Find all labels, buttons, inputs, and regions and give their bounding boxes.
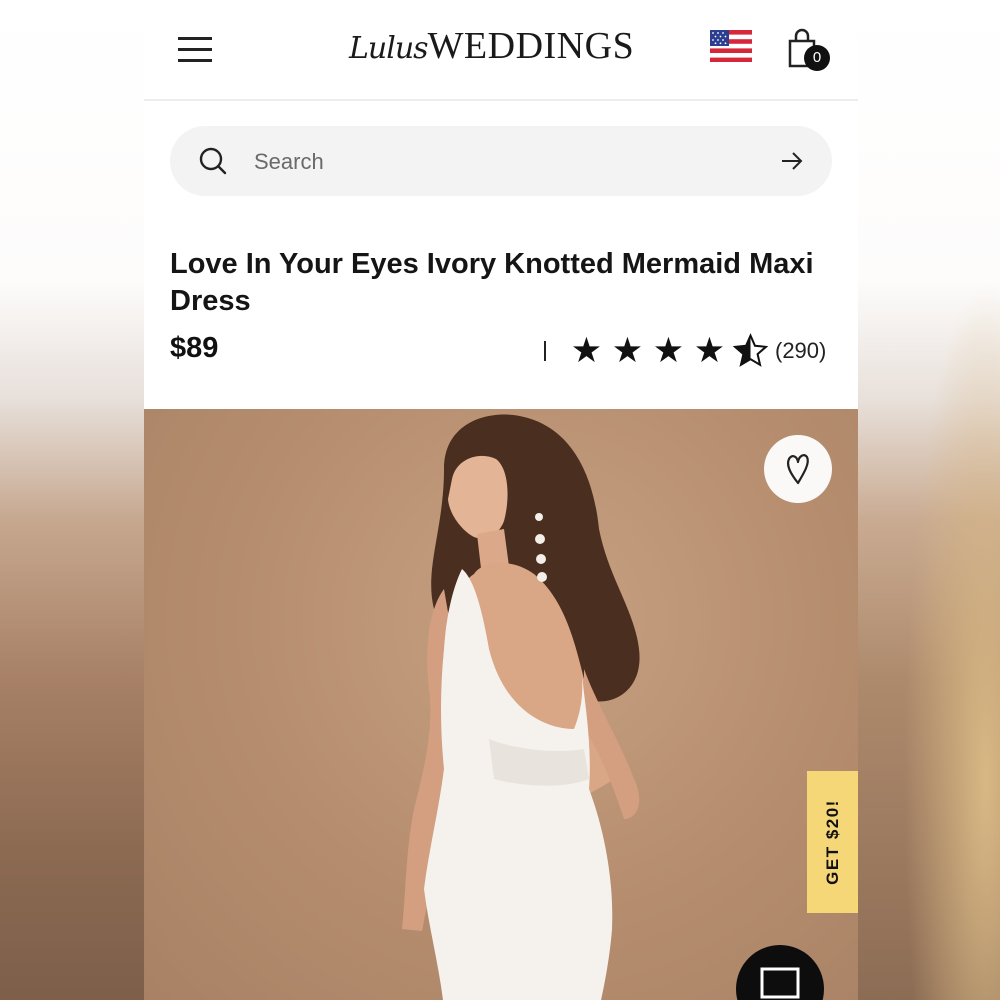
search-bar [170, 126, 832, 196]
product-image[interactable]: GET $20! [144, 409, 858, 1000]
star-icon: ★ [611, 331, 644, 370]
product-title: Love In Your Eyes Ivory Knotted Mermaid … [170, 248, 814, 317]
cart-count-badge: 0 [804, 45, 830, 71]
review-count: (290) [775, 338, 827, 363]
site-logo[interactable]: Lulus WEDDINGS [349, 24, 634, 74]
logo-script-text: Lulus [349, 31, 429, 66]
search-icon[interactable] [198, 146, 228, 176]
right-blurred-backdrop [858, 0, 1000, 1000]
product-rating[interactable]: ★ ★ ★ ★ (290) [544, 332, 826, 370]
favorite-button[interactable] [764, 435, 832, 503]
rating-divider [544, 341, 546, 361]
left-blurred-backdrop [0, 0, 144, 1000]
chat-button[interactable] [736, 945, 824, 1000]
product-price: $89 [170, 332, 219, 364]
star-icon: ★ [652, 331, 685, 370]
rating-stars: ★ ★ ★ ★ [568, 332, 769, 370]
hamburger-menu-icon[interactable] [178, 37, 212, 63]
star-icon: ★ [570, 331, 603, 370]
us-flag-icon[interactable] [710, 30, 752, 62]
star-icon: ★ [693, 331, 726, 370]
half-star-icon [732, 333, 769, 367]
promo-tab[interactable]: GET $20! [807, 771, 858, 913]
chat-icon [760, 967, 800, 999]
model-photo [402, 414, 640, 1000]
site-header: Lulus WEDDINGS 0 [144, 0, 858, 101]
search-input[interactable] [252, 144, 756, 180]
arrow-right-icon[interactable] [780, 150, 804, 172]
logo-main-text: WEDDINGS [427, 25, 635, 67]
heart-icon [786, 454, 809, 485]
promo-label: GET $20! [822, 799, 842, 885]
product-page: Lulus WEDDINGS 0 Search Love In Your Eye… [144, 0, 858, 1000]
